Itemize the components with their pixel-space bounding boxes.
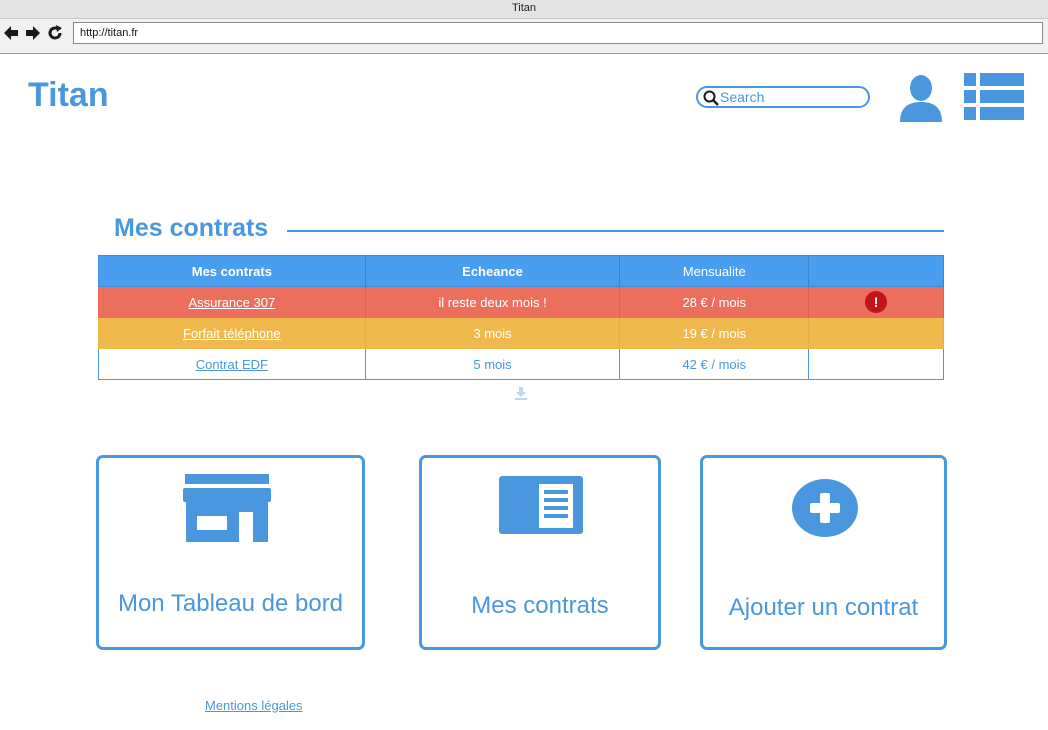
contracts-card[interactable]: Mes contrats (419, 455, 661, 650)
mensualite-cell: 42 € / mois (619, 348, 810, 380)
table-header-row: Mes contrats Echeance Mensualite (98, 255, 944, 287)
search-icon (703, 90, 719, 106)
section-divider (287, 230, 944, 232)
status-cell (808, 317, 944, 349)
window-title-bar: Titan (0, 0, 1048, 19)
mensualite-cell: 28 € / mois (619, 286, 810, 318)
contracts-table: Mes contrats Echeance Mensualite Assuran… (98, 255, 944, 380)
arrow-right-icon[interactable] (24, 24, 42, 44)
section-title: Mes contrats (114, 214, 269, 242)
table-row: Assurance 307 il reste deux mois ! 28 € … (98, 286, 944, 318)
echeance-cell: il reste deux mois ! (364, 286, 621, 318)
arrow-left-icon[interactable] (2, 24, 20, 44)
table-row: Contrat EDF 5 mois 42 € / mois (98, 348, 944, 380)
column-header-name: Mes contrats (98, 255, 366, 287)
add-contract-card-label: Ajouter un contrat (728, 594, 919, 621)
search-input[interactable] (720, 89, 860, 105)
echeance-cell: 5 mois (364, 348, 621, 380)
mensualite-cell: 19 € / mois (619, 317, 810, 349)
url-field[interactable]: http://titan.fr (73, 22, 1043, 44)
add-contract-card[interactable]: Ajouter un contrat (700, 455, 947, 650)
app-logo[interactable]: Titan (28, 76, 109, 115)
contract-link[interactable]: Contrat EDF (196, 357, 268, 372)
echeance-cell: 3 mois (364, 317, 621, 349)
download-arrow-icon[interactable] (514, 387, 528, 406)
dashboard-card-label: Mon Tableau de bord (117, 590, 344, 617)
reload-icon[interactable] (46, 24, 64, 44)
url-text: http://titan.fr (80, 27, 139, 39)
column-header-mensualite: Mensualite (619, 255, 810, 287)
document-icon (499, 476, 583, 534)
address-bar: http://titan.fr (0, 19, 1048, 54)
contract-link[interactable]: Assurance 307 (188, 295, 275, 310)
list-menu-icon[interactable] (964, 73, 1024, 126)
contracts-card-label: Mes contrats (471, 592, 609, 619)
search-box[interactable] (696, 86, 870, 108)
status-cell (808, 348, 944, 380)
contract-link[interactable]: Forfait téléphone (183, 326, 281, 341)
alert-icon[interactable]: ! (865, 291, 888, 313)
plus-circle-icon (792, 479, 858, 537)
store-icon (183, 474, 271, 542)
table-row: Forfait téléphone 3 mois 19 € / mois (98, 317, 944, 349)
window-title: Titan (511, 2, 537, 14)
dashboard-card[interactable]: Mon Tableau de bord (96, 455, 365, 650)
legal-notice-link[interactable]: Mentions légales (205, 698, 303, 713)
column-header-status (808, 255, 944, 287)
column-header-echeance: Echeance (364, 255, 621, 287)
user-icon[interactable] (898, 74, 944, 127)
